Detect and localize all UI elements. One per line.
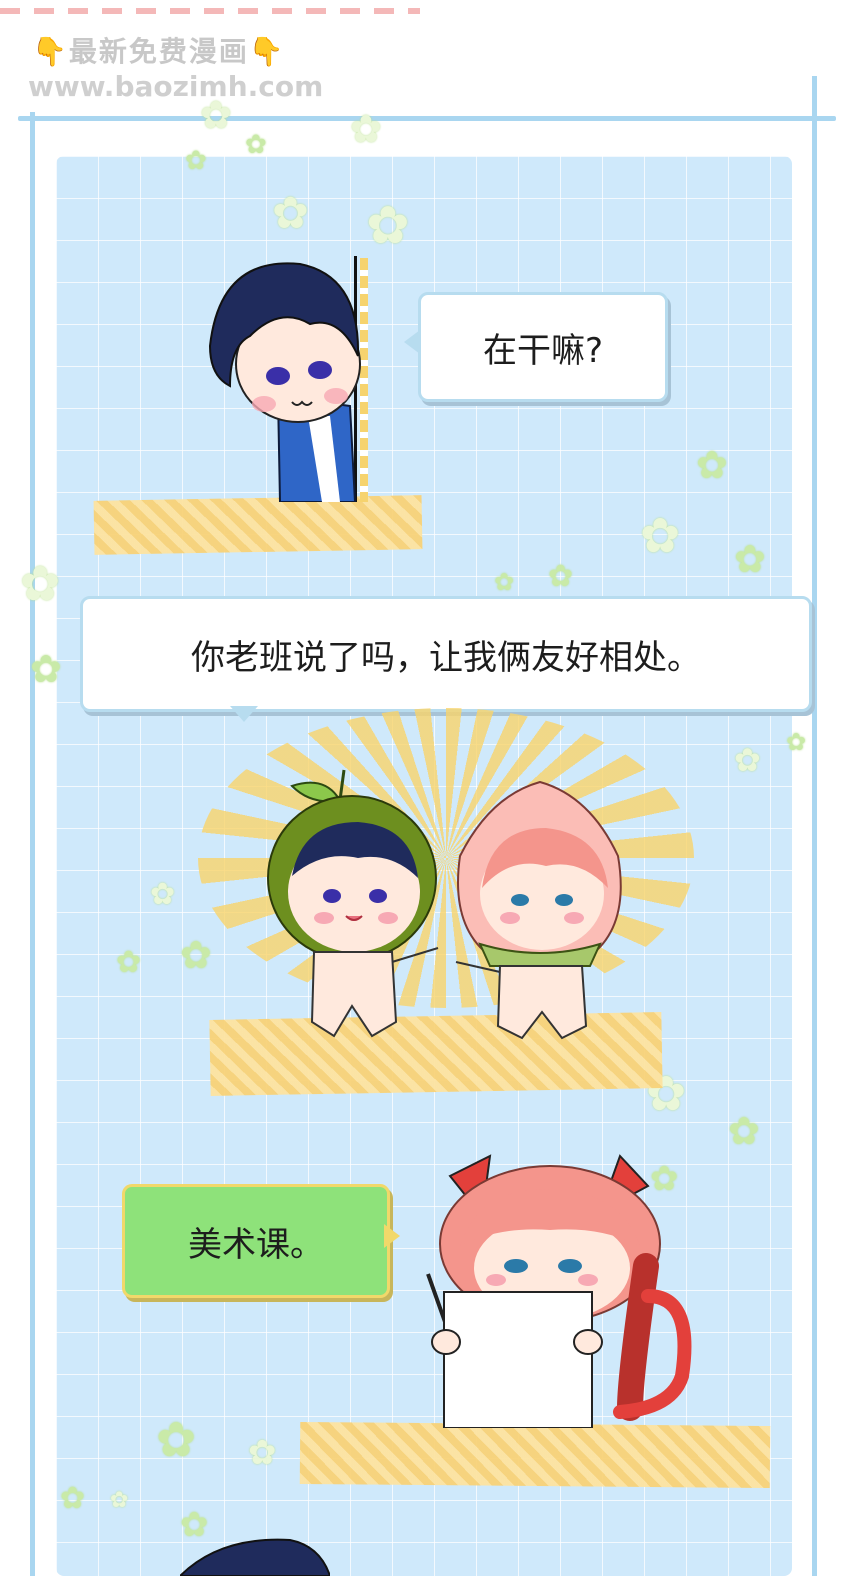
flower-icon: ✿ [248, 1433, 277, 1473]
flower-icon: ✿ [734, 741, 761, 779]
flower-icon: ✿ [156, 1412, 197, 1468]
cat-eared-boy-holding-paper [426, 1154, 692, 1428]
partial-dark-hair-head [180, 1538, 330, 1576]
flower-icon: ✿ [728, 1109, 760, 1153]
flower-icon: ✿ [640, 508, 681, 564]
flower-icon: ✿ [110, 1488, 129, 1513]
flower-icon: ✿ [696, 443, 728, 487]
flower-icon: ✿ [200, 93, 232, 137]
frame-left-line [30, 112, 35, 1576]
washi-tape [299, 1421, 771, 1489]
flower-icon: ✿ [30, 647, 62, 691]
bubble-2-text: 你老班说了吗，让我俩友好相处。 [191, 637, 701, 678]
flower-icon: ✿ [350, 107, 382, 151]
boy-in-green-fruit-hood [267, 769, 439, 1038]
bubble-tail [404, 330, 420, 354]
frame-right-line [812, 76, 817, 1576]
flower-icon: ✿ [366, 196, 410, 256]
flower-icon: ✿ [272, 188, 309, 239]
top-dashed-border [0, 8, 420, 14]
pointing-hand-icon: 👇 [248, 35, 286, 68]
flower-icon: ✿ [494, 568, 515, 596]
flower-icon: ✿ [150, 877, 176, 912]
flower-icon: ✿ [180, 933, 212, 977]
flower-icon: ✿ [245, 130, 267, 160]
flower-icon: ✿ [548, 559, 574, 594]
flower-icon: ✿ [734, 537, 766, 581]
bubble-tail [230, 706, 258, 722]
flower-icon: ✿ [116, 945, 142, 980]
flower-icon: ✿ [60, 1481, 86, 1516]
boy-in-peach-hood [455, 780, 622, 1040]
pointing-hand-icon: 👇 [32, 35, 69, 68]
watermark-title: 👇最新免费漫画👇 [32, 35, 286, 68]
speech-bubble-2: 你老班说了吗，让我俩友好相处。 [80, 596, 812, 712]
washi-tape [93, 495, 423, 555]
boy-dark-hair-peeking [208, 262, 361, 502]
bubble-tail [384, 1224, 400, 1248]
frame-top-line [18, 116, 836, 121]
flower-icon: ✿ [786, 728, 807, 756]
watermark-url: www.baozimh.com [28, 70, 324, 103]
speech-bubble-3: 美术课。 [122, 1184, 390, 1298]
bubble-1-text: 在干嘛? [482, 330, 604, 371]
flower-icon: ✿ [20, 556, 61, 612]
speech-bubble-1: 在干嘛? [418, 292, 668, 402]
watermark: 👇最新免费漫画👇 www.baozimh.com [22, 22, 326, 106]
flower-icon: ✿ [185, 146, 207, 176]
bubble-3-text: 美术课。 [188, 1224, 324, 1265]
